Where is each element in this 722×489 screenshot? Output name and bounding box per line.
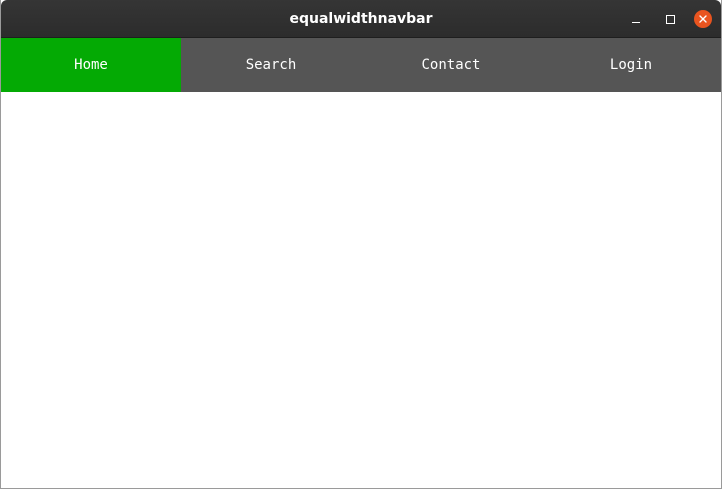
minimize-icon — [632, 21, 640, 23]
title-bar[interactable]: equalwidthnavbar — [1, 0, 721, 38]
window-title: equalwidthnavbar — [289, 11, 433, 27]
nav-item-home[interactable]: Home — [1, 38, 181, 92]
content-area — [1, 92, 721, 488]
nav-item-login[interactable]: Login — [541, 38, 721, 92]
maximize-icon — [665, 14, 675, 24]
app-window: equalwidthnavbar Home Search Contact Log… — [0, 0, 722, 489]
close-icon — [694, 10, 712, 28]
close-button[interactable] — [693, 9, 713, 29]
nav-item-search[interactable]: Search — [181, 38, 361, 92]
maximize-button[interactable] — [660, 9, 680, 29]
nav-item-contact[interactable]: Contact — [361, 38, 541, 92]
minimize-button[interactable] — [626, 9, 646, 29]
navbar: Home Search Contact Login — [1, 38, 721, 92]
